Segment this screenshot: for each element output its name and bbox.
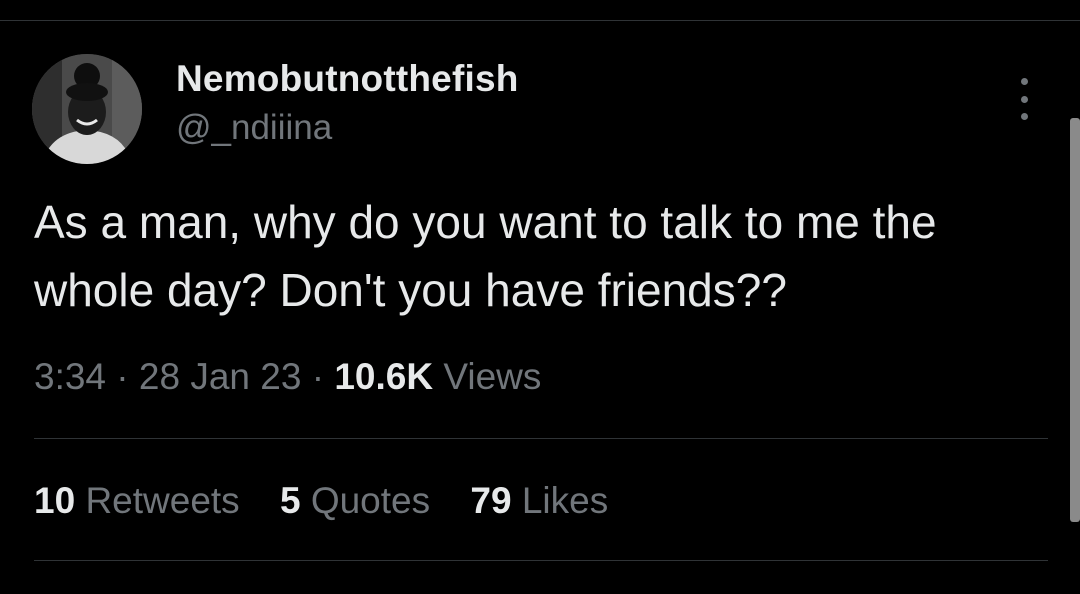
author-display-name[interactable]: Nemobutnotthefish [176,58,519,100]
meta-separator: · [116,356,129,397]
top-divider [0,20,1080,21]
quotes-label: Quotes [310,480,431,521]
tweet-date[interactable]: 28 Jan 23 [139,356,302,397]
avatar[interactable] [32,54,142,164]
quotes-count: 5 [279,480,301,521]
views-count: 10.6K [334,356,434,397]
scrollbar[interactable] [1070,118,1080,522]
retweets-stat[interactable]: 10 Retweets [34,480,240,522]
quotes-stat[interactable]: 5 Quotes [280,480,430,522]
engagement-stats: 10 Retweets 5 Quotes 79 Likes [34,480,638,522]
author-handle[interactable]: @_ndiiina [176,108,332,148]
divider [34,560,1048,561]
views-label: Views [443,356,542,397]
avatar-image [32,54,142,164]
likes-stat[interactable]: 79 Likes [470,480,608,522]
tweet-meta: 3:34 · 28 Jan 23 · 10.6K Views [34,356,541,398]
tweet-text: As a man, why do you want to talk to me … [34,196,937,316]
more-vertical-icon-dot [1020,113,1028,120]
divider [34,438,1048,439]
meta-separator: · [311,356,325,397]
more-options-button[interactable] [1008,78,1040,120]
tweet-time[interactable]: 3:34 [34,356,106,397]
more-vertical-icon-dot [1020,95,1028,103]
retweets-label: Retweets [85,480,240,521]
likes-count: 79 [470,480,512,521]
more-vertical-icon [1020,78,1028,85]
retweets-count: 10 [34,480,76,521]
likes-label: Likes [521,480,609,521]
